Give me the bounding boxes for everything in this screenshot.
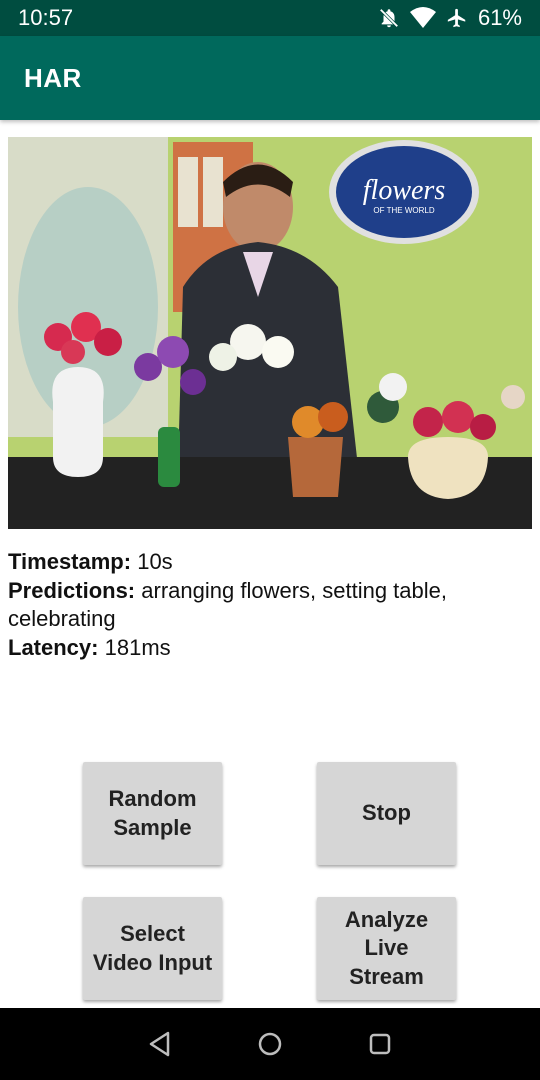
notifications-off-icon	[378, 7, 400, 29]
timestamp-value: 10s	[137, 549, 173, 574]
status-icons: 61%	[378, 5, 522, 31]
random-sample-button[interactable]: Random Sample	[83, 762, 222, 865]
home-icon[interactable]	[256, 1030, 284, 1063]
video-frame-image: flowers OF THE WORLD	[8, 137, 532, 529]
select-video-input-button[interactable]: Select Video Input	[83, 897, 222, 1000]
latency-value: 181ms	[104, 634, 171, 660]
app-bar: HAR	[0, 36, 540, 120]
wifi-icon	[409, 7, 436, 29]
latency-label: Latency:	[8, 634, 99, 660]
navigation-bar	[0, 1008, 540, 1080]
status-bar: 10:57 61%	[0, 0, 540, 36]
timestamp-label: Timestamp:	[8, 549, 132, 574]
status-time: 10:57	[18, 5, 74, 30]
app-title: HAR	[24, 62, 82, 93]
stop-button[interactable]: Stop	[317, 762, 456, 865]
battery-level: 61%	[477, 5, 522, 30]
back-icon[interactable]	[146, 1030, 174, 1063]
analyze-live-stream-button[interactable]: Analyze Live Stream	[317, 897, 456, 1000]
latency-row: Latency: 181ms	[8, 634, 528, 663]
svg-text:flowers: flowers	[363, 175, 446, 206]
svg-text:OF THE WORLD: OF THE WORLD	[373, 206, 434, 215]
predictions-label: Predictions:	[8, 577, 136, 603]
prediction-info: Timestamp: 10s Predictions: arranging fl…	[8, 548, 528, 662]
predictions-row: Predictions: arranging flowers, setting …	[8, 577, 528, 634]
timestamp-row: Timestamp: 10s	[8, 548, 528, 577]
airplane-icon	[446, 7, 468, 29]
recents-icon[interactable]	[366, 1030, 394, 1063]
